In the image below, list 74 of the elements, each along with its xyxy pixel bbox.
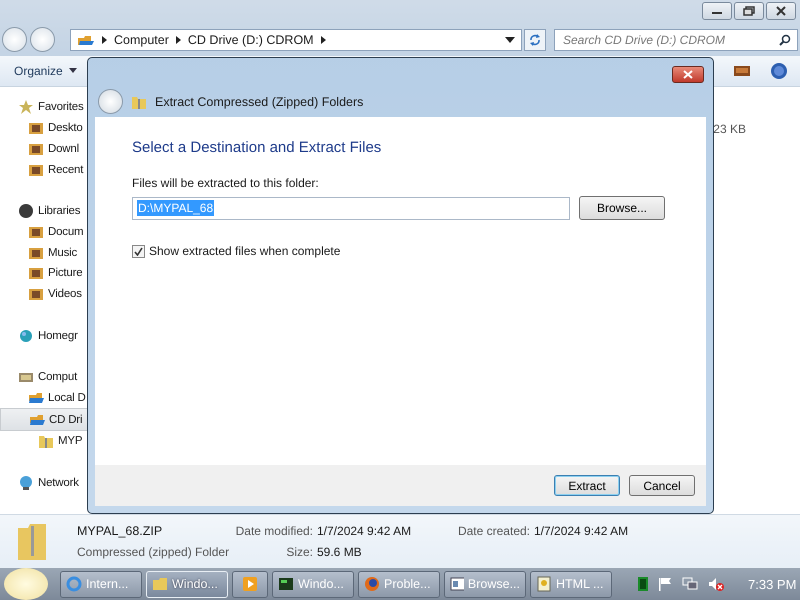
restore-button[interactable]: [734, 2, 764, 20]
minimize-button[interactable]: [702, 2, 732, 20]
browser-icon: [364, 576, 380, 592]
zip-folder-icon: [16, 522, 48, 562]
restore-icon: [743, 6, 755, 16]
folder-icon: [28, 265, 44, 282]
refresh-button[interactable]: [524, 28, 546, 50]
caret-icon: [68, 68, 78, 74]
library-icon: [18, 203, 34, 220]
globe-icon: [66, 576, 82, 592]
folder-icon: [28, 286, 44, 302]
dialog-heading: Select a Destination and Extract Files: [132, 139, 382, 156]
sidebar-item[interactable]: Favorites: [0, 97, 140, 118]
refresh-icon: [528, 32, 542, 46]
chevron-icon[interactable]: [101, 34, 108, 44]
detail-value: 1/7/2024 9:42 AM: [317, 524, 412, 538]
sidebar-item[interactable]: Docum: [0, 222, 140, 242]
breadcrumb-item[interactable]: CD Drive (D:) CDROM: [188, 32, 314, 46]
folder-icon: [28, 120, 44, 136]
sidebar-item[interactable]: Comput: [0, 366, 140, 388]
zip-folder-icon: [38, 433, 54, 450]
speaker-muted-icon[interactable]: [708, 577, 724, 591]
search-icon: [779, 34, 791, 46]
search-field[interactable]: Search CD Drive (D:) CDROM: [554, 28, 798, 50]
sidebar-item[interactable]: Deskto: [0, 118, 140, 138]
check-icon: [134, 246, 143, 256]
extract-button[interactable]: Extract: [554, 475, 620, 496]
start-button[interactable]: [4, 568, 48, 600]
document-icon: [536, 576, 552, 592]
network-icon: [18, 474, 34, 491]
detail-label: Date created:: [456, 524, 531, 538]
sidebar-item[interactable]: Homegr: [0, 325, 140, 346]
drive-icon: [77, 34, 95, 46]
taskbar-button[interactable]: [232, 570, 268, 598]
dropdown-icon[interactable]: [505, 36, 515, 42]
back-button[interactable]: [98, 89, 123, 114]
checkbox-label: Show extracted files when complete: [149, 244, 340, 258]
cancel-button[interactable]: Cancel: [629, 475, 695, 496]
help-icon[interactable]: [770, 62, 788, 80]
star-icon: [18, 99, 34, 116]
flag-icon[interactable]: [658, 577, 672, 591]
breadcrumb-item[interactable]: Computer: [114, 32, 169, 46]
folder-icon: [152, 576, 168, 592]
sidebar-item[interactable]: Videos: [0, 284, 140, 304]
detail-value: 59.6 MB: [317, 545, 363, 559]
chevron-icon[interactable]: [320, 34, 327, 44]
detail-value: 1/7/2024 9:42 AM: [534, 524, 630, 538]
address-bar[interactable]: Computer CD Drive (D:) CDROM: [70, 28, 522, 50]
close-button[interactable]: [672, 66, 704, 83]
browse-button[interactable]: Browse...: [579, 196, 665, 220]
terminal-icon: [278, 576, 294, 592]
checkbox[interactable]: [132, 244, 145, 258]
play-icon: [242, 576, 258, 592]
back-button[interactable]: [2, 27, 27, 52]
sidebar-item[interactable]: Picture: [0, 263, 140, 284]
sidebar-item[interactable]: Music: [0, 242, 140, 263]
sidebar-item[interactable]: Local D: [0, 388, 140, 408]
chevron-icon[interactable]: [174, 34, 182, 44]
close-icon: [775, 6, 787, 16]
organize-menu[interactable]: Organize: [10, 62, 82, 80]
close-button[interactable]: [766, 2, 796, 20]
forward-button[interactable]: [30, 27, 55, 52]
sidebar-item[interactable]: MYP: [0, 431, 140, 452]
window-icon: [450, 576, 464, 592]
sidebar-item[interactable]: Network: [0, 472, 140, 494]
dialog-title: Extract Compressed (Zipped) Folders: [155, 94, 364, 108]
close-icon: [682, 70, 694, 79]
field-label: Files will be extracted to this folder:: [132, 176, 320, 190]
detail-label: Date modified:: [234, 524, 314, 538]
file-size-text: 23 KB: [713, 122, 746, 136]
preview-pane-icon[interactable]: [734, 65, 750, 77]
file-name: MYPAL_68.ZIP: [77, 524, 164, 538]
globe-icon: [18, 328, 34, 344]
network-icon[interactable]: [682, 577, 698, 591]
